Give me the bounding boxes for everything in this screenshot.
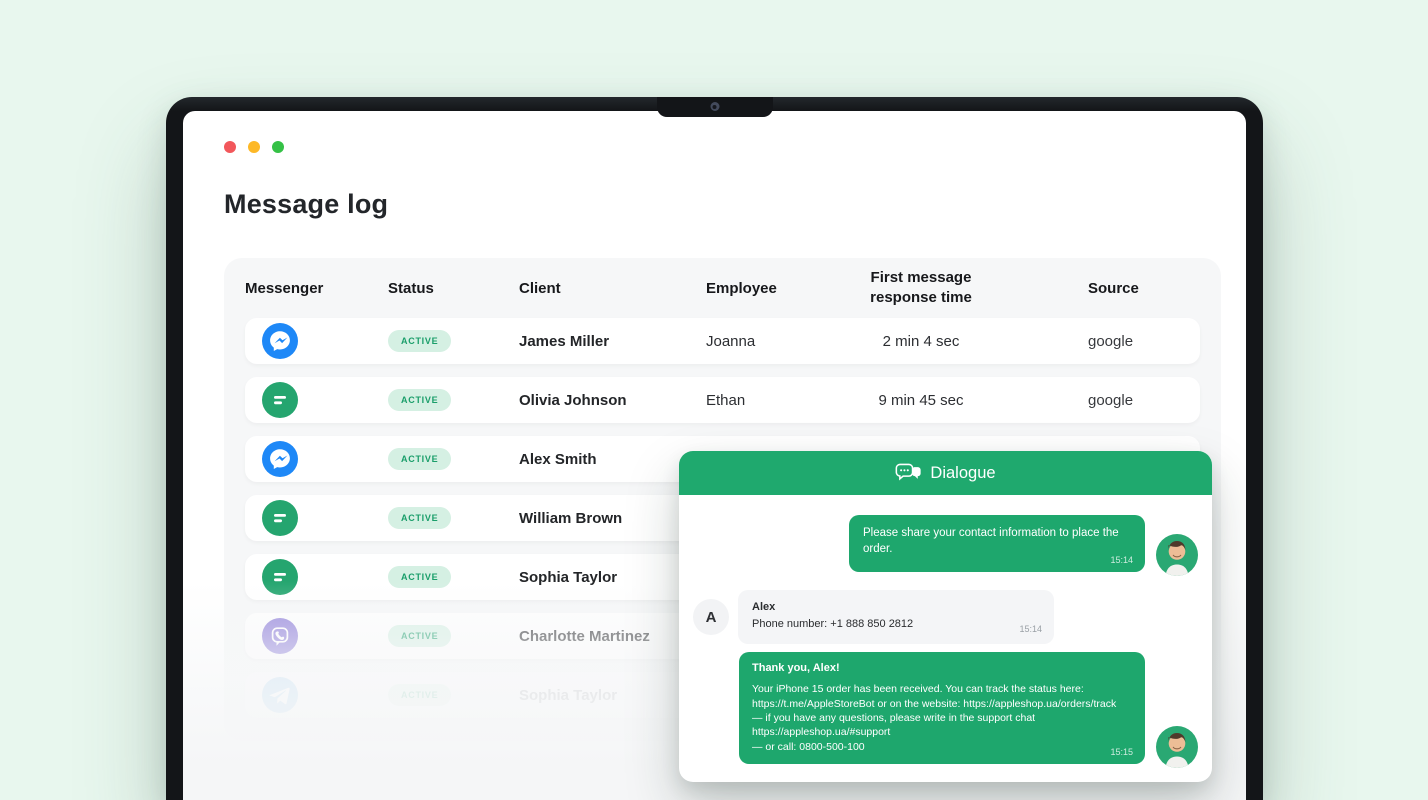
- header-employee: Employee: [706, 280, 836, 297]
- app-screen: Message log Messenger Status Client Empl…: [183, 111, 1246, 800]
- facebook-messenger-icon: [262, 441, 298, 477]
- status-badge: ACTIVE: [388, 566, 451, 588]
- bot-greeting: Thank you, Alex!: [752, 661, 1132, 676]
- dialogue-chat-icon: [895, 463, 922, 483]
- source-value: google: [1006, 333, 1200, 350]
- bot-message-line: — or call: 0800-500-100: [752, 740, 1132, 754]
- bot-message-bubble: Please share your contact information to…: [849, 515, 1145, 572]
- client-message-text: Phone number: +1 888 850 2812: [752, 616, 1040, 633]
- client-name: Alex Smith: [519, 451, 706, 468]
- window-controls: [224, 141, 284, 153]
- client-name: Sophia Taylor: [519, 569, 706, 586]
- chat-messenger-icon: [262, 382, 298, 418]
- message-time: 15:15: [1110, 746, 1133, 758]
- table-row[interactable]: ACTIVE Olivia Johnson Ethan 9 min 45 sec…: [245, 377, 1200, 423]
- bot-message-bubble: Thank you, Alex! Your iPhone 15 order ha…: [739, 652, 1145, 764]
- header-status: Status: [388, 280, 519, 297]
- table-header-row: Messenger Status Client Employee First m…: [224, 258, 1221, 318]
- client-name: Sophia Taylor: [519, 687, 706, 704]
- client-name: Charlotte Martinez: [519, 628, 706, 645]
- telegram-icon: [262, 677, 298, 713]
- header-source: Source: [1006, 280, 1200, 297]
- client-name: James Miller: [519, 333, 706, 350]
- laptop-notch: [657, 97, 773, 117]
- maximize-window-button[interactable]: [272, 141, 284, 153]
- bot-message: Thank you, Alex! Your iPhone 15 order ha…: [693, 652, 1198, 764]
- bot-message: Please share your contact information to…: [693, 515, 1198, 572]
- dialogue-header: Dialogue: [679, 451, 1212, 495]
- table-row[interactable]: ACTIVE James Miller Joanna 2 min 4 sec g…: [245, 318, 1200, 364]
- dialogue-body: Please share your contact information to…: [679, 495, 1212, 782]
- bot-message-line: — if you have any questions, please writ…: [752, 711, 1132, 740]
- status-badge: ACTIVE: [388, 448, 451, 470]
- client-message-name: Alex: [752, 599, 1040, 616]
- manager-avatar: [1156, 534, 1198, 576]
- header-messenger: Messenger: [245, 280, 388, 297]
- message-time: 15:14: [1110, 554, 1133, 567]
- laptop-frame: Message log Messenger Status Client Empl…: [166, 97, 1263, 800]
- client-message: A Alex Phone number: +1 888 850 2812 15:…: [693, 590, 1198, 644]
- close-window-button[interactable]: [224, 141, 236, 153]
- bot-message-line: Your iPhone 15 order has been received. …: [752, 682, 1132, 711]
- header-response-time: First message response time: [836, 268, 1006, 309]
- response-time: 2 min 4 sec: [836, 333, 1006, 350]
- page-title: Message log: [224, 189, 388, 220]
- status-badge: ACTIVE: [388, 389, 451, 411]
- webcam-icon: [710, 102, 719, 111]
- status-badge: ACTIVE: [388, 507, 451, 529]
- client-name: William Brown: [519, 510, 706, 527]
- client-message-bubble: Alex Phone number: +1 888 850 2812 15:14: [738, 590, 1054, 644]
- minimize-window-button[interactable]: [248, 141, 260, 153]
- status-badge: ACTIVE: [388, 684, 451, 706]
- chat-messenger-icon: [262, 500, 298, 536]
- header-client: Client: [519, 280, 706, 297]
- employee-name: Ethan: [706, 392, 836, 409]
- employee-name: Joanna: [706, 333, 836, 350]
- manager-avatar: [1156, 726, 1198, 768]
- client-name: Olivia Johnson: [519, 392, 706, 409]
- response-time: 9 min 45 sec: [836, 392, 1006, 409]
- source-value: google: [1006, 392, 1200, 409]
- dialogue-popup: Dialogue Please share your contact infor…: [679, 451, 1212, 782]
- client-avatar: A: [693, 599, 729, 635]
- dialogue-title: Dialogue: [930, 464, 995, 483]
- facebook-messenger-icon: [262, 323, 298, 359]
- viber-icon: [262, 618, 298, 654]
- chat-messenger-icon: [262, 559, 298, 595]
- status-badge: ACTIVE: [388, 625, 451, 647]
- status-badge: ACTIVE: [388, 330, 451, 352]
- message-time: 15:14: [1019, 623, 1042, 637]
